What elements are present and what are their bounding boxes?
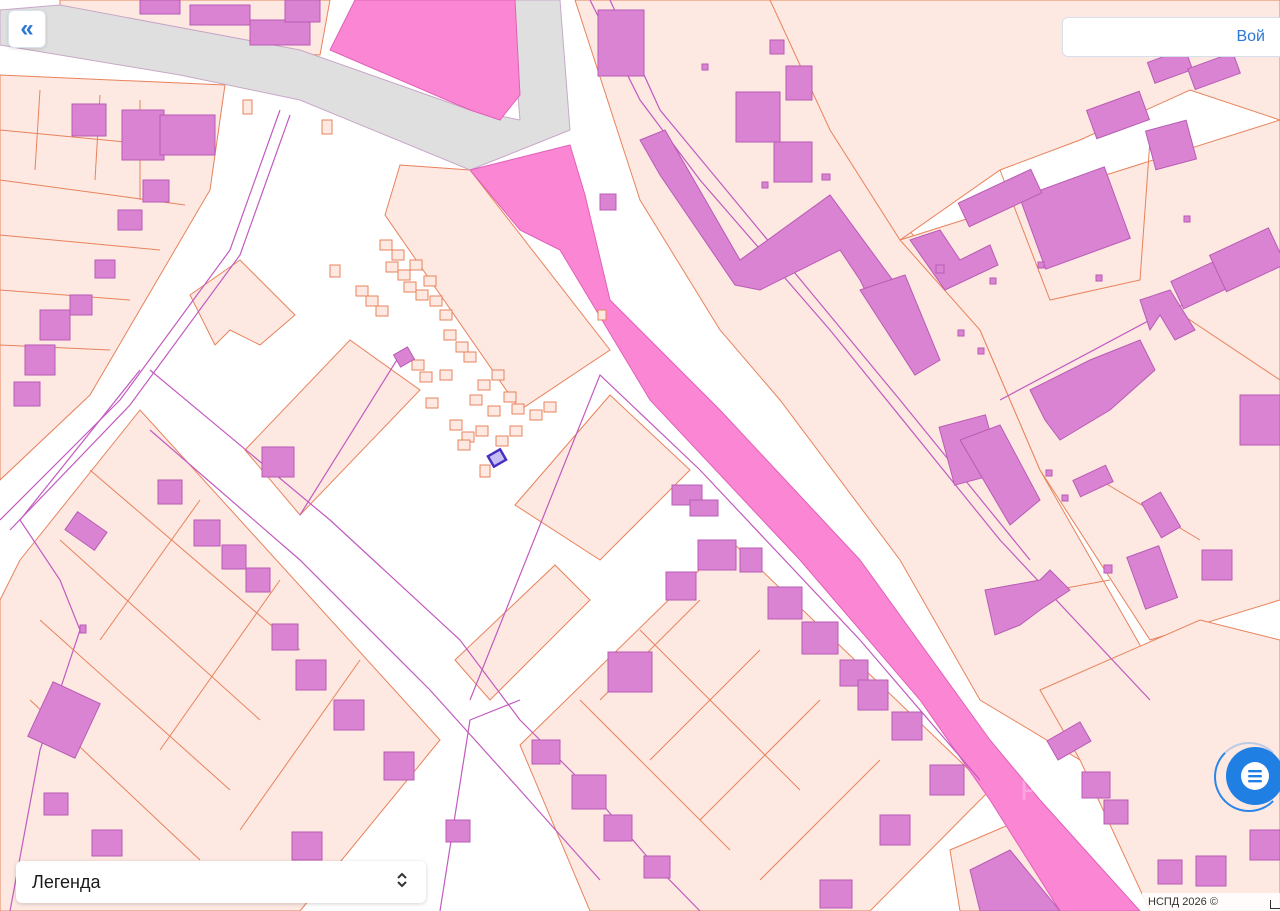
legend-toggle[interactable]: Легенда <box>16 861 426 903</box>
legend-label: Легенда <box>32 871 101 892</box>
cadastral-map[interactable]: Р <box>0 0 1280 911</box>
chat-bubble-icon <box>1241 762 1269 790</box>
chevron-up-down-icon <box>396 870 408 894</box>
double-chevron-left-icon: « <box>20 15 34 42</box>
chat-button[interactable] <box>1226 747 1280 805</box>
scale-bar <box>1270 900 1280 909</box>
watermark-fragment: Р <box>1020 774 1037 807</box>
chat-widget[interactable] <box>1214 742 1280 814</box>
collapse-panel-button[interactable]: « <box>8 10 46 48</box>
map-attribution: НСПД 2026 © <box>1142 893 1280 911</box>
login-button[interactable]: Вой <box>1062 17 1280 57</box>
login-label: Вой <box>1236 28 1265 45</box>
